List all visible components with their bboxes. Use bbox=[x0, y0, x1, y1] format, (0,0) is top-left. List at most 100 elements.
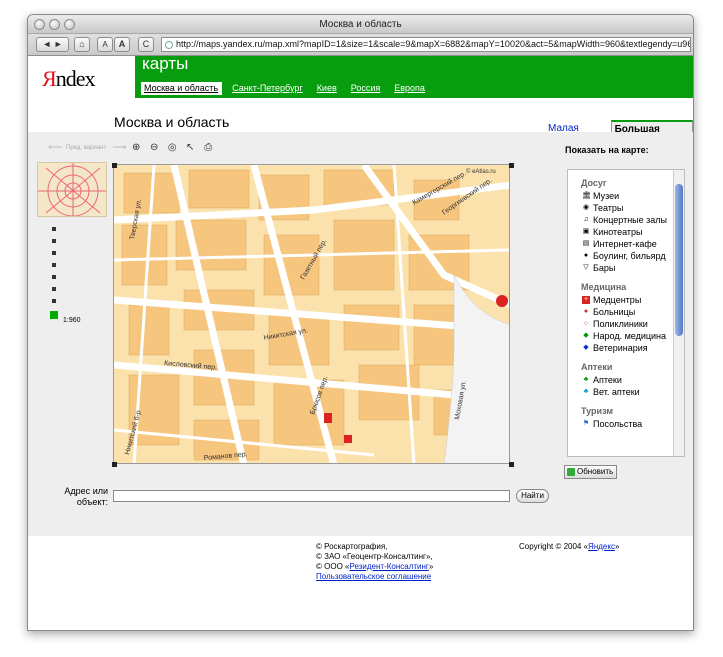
legend-item-bars[interactable]: ▽ Бары bbox=[582, 262, 684, 274]
browser-window: Москва и область ◄ ► ⌂ A A C http://maps… bbox=[27, 14, 694, 631]
zoom-step-selected[interactable] bbox=[50, 311, 58, 319]
yandex-logo[interactable]: Яndex bbox=[42, 66, 96, 92]
window-controls bbox=[34, 19, 75, 30]
legend-item-cinemas[interactable]: ▣ Кинотеатры bbox=[582, 226, 684, 238]
legend-item-folk-medicine[interactable]: ◆ Народ. медицина bbox=[582, 330, 684, 342]
zoom-step[interactable] bbox=[52, 287, 56, 291]
legend-scroll-thumb[interactable] bbox=[675, 184, 683, 336]
refresh-label: Обновить bbox=[577, 467, 614, 476]
zoom-out-icon[interactable]: ⊖ bbox=[148, 142, 160, 154]
region-tabs: Москва и область Санкт-Петербург Киев Ро… bbox=[141, 82, 429, 95]
legend-item-embassies[interactable]: ⚑ Посольства bbox=[582, 418, 684, 430]
vet-pharmacy-icon: ♣ bbox=[583, 388, 589, 395]
info-pointer-icon[interactable]: ↖ bbox=[184, 142, 196, 154]
legend-item-medcenters[interactable]: + Медцентры bbox=[582, 294, 684, 306]
concert-icon: ♫ bbox=[583, 216, 589, 223]
legend-category: Медицина bbox=[581, 282, 627, 292]
legend-item-internet-cafe[interactable]: ▤ Интернет-кафе bbox=[582, 238, 684, 250]
resident-link[interactable]: Резидент-Консалтинг bbox=[349, 562, 428, 571]
text-bigger-button[interactable]: A bbox=[114, 37, 130, 52]
zoom-step[interactable] bbox=[52, 251, 56, 255]
legend-item-pharmacies[interactable]: ♣ Аптеки bbox=[582, 374, 684, 386]
zoom-slider[interactable] bbox=[50, 227, 60, 327]
site-icon bbox=[165, 41, 173, 49]
map-credit: © eAtlas.ru bbox=[466, 168, 496, 175]
map-resize-handle[interactable] bbox=[509, 462, 514, 467]
legend-title: Показать на карте: bbox=[565, 145, 649, 155]
map-resize-handle[interactable] bbox=[509, 163, 514, 168]
zoom-in-icon[interactable]: ⊕ bbox=[130, 142, 142, 154]
zoom-step[interactable] bbox=[52, 275, 56, 279]
next-arrow-icon[interactable]: ⟶ bbox=[112, 142, 126, 154]
prev-variant-link[interactable]: Пред. вариант bbox=[66, 145, 106, 151]
flag-icon: ⚑ bbox=[582, 420, 590, 427]
tab-moscow[interactable]: Москва и область bbox=[141, 82, 223, 95]
service-title: карты bbox=[142, 54, 189, 73]
tab-europe[interactable]: Европа bbox=[391, 82, 429, 95]
legend-item-label: Театры bbox=[593, 203, 624, 213]
map-resize-handle[interactable] bbox=[112, 462, 117, 467]
logo-rest: ndex bbox=[55, 66, 96, 91]
veterinary-icon: ◆ bbox=[583, 344, 589, 351]
computer-icon: ▤ bbox=[582, 240, 590, 247]
zoom-step[interactable] bbox=[52, 299, 56, 303]
legend-item-museums[interactable]: 🏛 Музеи bbox=[582, 190, 684, 202]
clinic-icon: ○ bbox=[583, 320, 589, 327]
zoom-area-icon[interactable]: ◎ bbox=[166, 142, 178, 154]
legend-item-concert-halls[interactable]: ♫ Концертные залы bbox=[582, 214, 684, 226]
legend-item-label: Посольства bbox=[593, 419, 643, 429]
theatre-icon: ◉ bbox=[582, 204, 590, 211]
overview-map[interactable] bbox=[37, 162, 107, 217]
map-resize-handle[interactable] bbox=[112, 163, 117, 168]
legend-item-bowling[interactable]: ● Боулинг, бильярд bbox=[582, 250, 684, 262]
map-graphic: Тверская ул. Газетный пер. Никитская ул.… bbox=[114, 165, 509, 463]
minimize-window-button[interactable] bbox=[49, 19, 60, 30]
legend-item-label: Бары bbox=[593, 263, 616, 273]
address-label: Адрес или объект: bbox=[64, 486, 108, 507]
refresh-button[interactable]: Обновить bbox=[564, 465, 617, 479]
legend-category: Досуг bbox=[581, 178, 607, 188]
zoom-step[interactable] bbox=[52, 239, 56, 243]
address-bar[interactable]: http://maps.yandex.ru/map.xml?mapID=1&si… bbox=[161, 37, 691, 52]
zoom-window-button[interactable] bbox=[64, 19, 75, 30]
reload-icon[interactable]: C bbox=[138, 37, 154, 52]
prev-arrow-icon[interactable]: ⟵ bbox=[48, 142, 62, 154]
back-forward-button[interactable]: ◄ ► bbox=[36, 37, 69, 52]
hospital-icon: ● bbox=[583, 308, 589, 315]
legend-item-label: Поликлиники bbox=[593, 319, 648, 329]
credit-line: © ЗАО «Геоцентр-Консалтинг», bbox=[316, 552, 433, 561]
medcenter-marker bbox=[344, 435, 352, 443]
legend-item-clinics[interactable]: ○ Поликлиники bbox=[582, 318, 684, 330]
legend-item-label: Больницы bbox=[593, 307, 636, 317]
zoom-step[interactable] bbox=[52, 227, 56, 231]
legend-item-label: Вет. аптеки bbox=[593, 387, 640, 397]
bowling-icon: ● bbox=[583, 252, 589, 259]
page-title: Москва и область bbox=[114, 114, 230, 130]
tab-kiev[interactable]: Киев bbox=[314, 82, 341, 95]
map-view[interactable]: Тверская ул. Газетный пер. Никитская ул.… bbox=[113, 164, 510, 464]
legend-scrollbar[interactable] bbox=[673, 170, 684, 456]
agreement-link[interactable]: Пользовательское соглашение bbox=[316, 572, 433, 582]
zoom-step[interactable] bbox=[52, 263, 56, 267]
legend-item-veterinary[interactable]: ◆ Ветеринария bbox=[582, 342, 684, 354]
home-icon[interactable]: ⌂ bbox=[74, 37, 90, 52]
close-window-button[interactable] bbox=[34, 19, 45, 30]
yandex-link[interactable]: Яндекс bbox=[588, 542, 615, 551]
copyright-suffix: » bbox=[614, 542, 620, 551]
legend-item-theatres[interactable]: ◉ Театры bbox=[582, 202, 684, 214]
footer-credits: © Роскартография, © ЗАО «Геоцентр-Консал… bbox=[316, 542, 433, 582]
overview-map-graphic bbox=[38, 163, 106, 216]
legend-item-vet-pharmacies[interactable]: ♣ Вет. аптеки bbox=[582, 386, 684, 398]
legend-item-hospitals[interactable]: ● Больницы bbox=[582, 306, 684, 318]
copyright-prefix: Copyright © 2004 « bbox=[519, 542, 589, 551]
legend-item-label: Народ. медицина bbox=[593, 331, 667, 341]
museum-icon: 🏛 bbox=[582, 192, 591, 199]
copyright: Copyright © 2004 «Яндекс» bbox=[519, 542, 619, 551]
scale-label: 1:960 bbox=[63, 317, 81, 324]
print-icon[interactable]: ⎙ bbox=[202, 142, 214, 154]
tab-spb[interactable]: Санкт-Петербург bbox=[229, 82, 307, 95]
address-input[interactable] bbox=[113, 490, 510, 502]
text-smaller-button[interactable]: A bbox=[97, 37, 113, 52]
find-button[interactable]: Найти bbox=[516, 489, 549, 503]
tab-russia[interactable]: Россия bbox=[348, 82, 385, 95]
